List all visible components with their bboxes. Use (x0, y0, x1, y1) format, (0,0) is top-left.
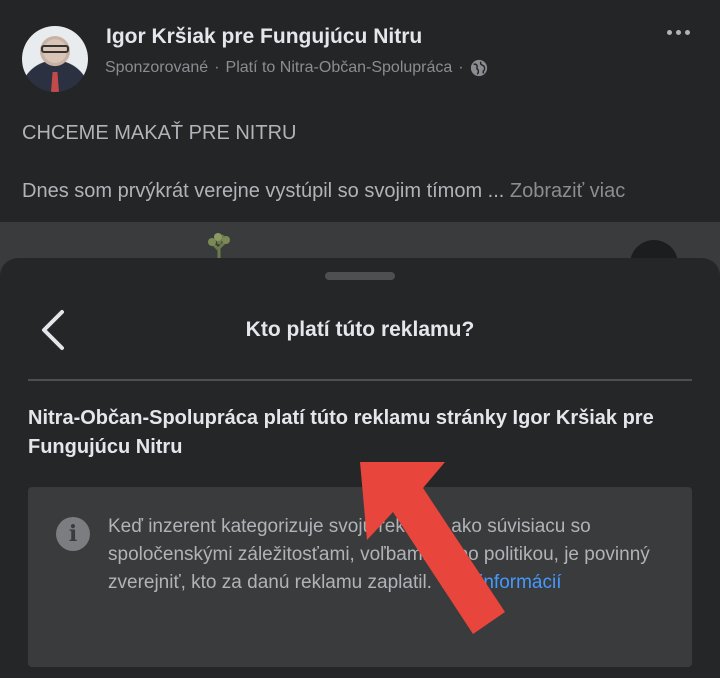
annotation-arrow (360, 462, 505, 634)
meta-separator: · (214, 59, 220, 76)
post-author-name[interactable]: Igor Kršiak pre Fungujúcu Nitru (106, 25, 422, 49)
post-body-text: Dnes som prvýkrát verejne vystúpil so sv… (22, 180, 505, 202)
info-icon: i (56, 517, 90, 551)
globe-icon (470, 59, 487, 77)
meta-separator-2: · (458, 59, 464, 76)
sheet-title: Kto platí túto reklamu? (245, 318, 475, 341)
post-body: Dnes som prvýkrát verejne vystúpil so sv… (22, 180, 625, 203)
drag-handle[interactable] (325, 272, 395, 280)
more-options-icon[interactable] (667, 30, 690, 35)
see-more-link[interactable]: Zobraziť viac (510, 180, 625, 202)
post-headline: CHCEME MAKAŤ PRE NITRU (22, 122, 297, 144)
sheet-divider (28, 379, 692, 381)
author-avatar[interactable] (22, 26, 88, 92)
sponsored-post: Igor Kršiak pre Fungujúcu Nitru Sponzoro… (0, 0, 720, 222)
post-meta: Sponzorované · Platí to Nitra-Občan-Spol… (105, 59, 488, 77)
sponsored-label: Sponzorované (105, 59, 209, 76)
paid-by-label[interactable]: Platí to Nitra-Občan-Spolupráca (226, 59, 453, 77)
avatar-tie (51, 72, 59, 92)
avatar-glasses (41, 45, 69, 53)
